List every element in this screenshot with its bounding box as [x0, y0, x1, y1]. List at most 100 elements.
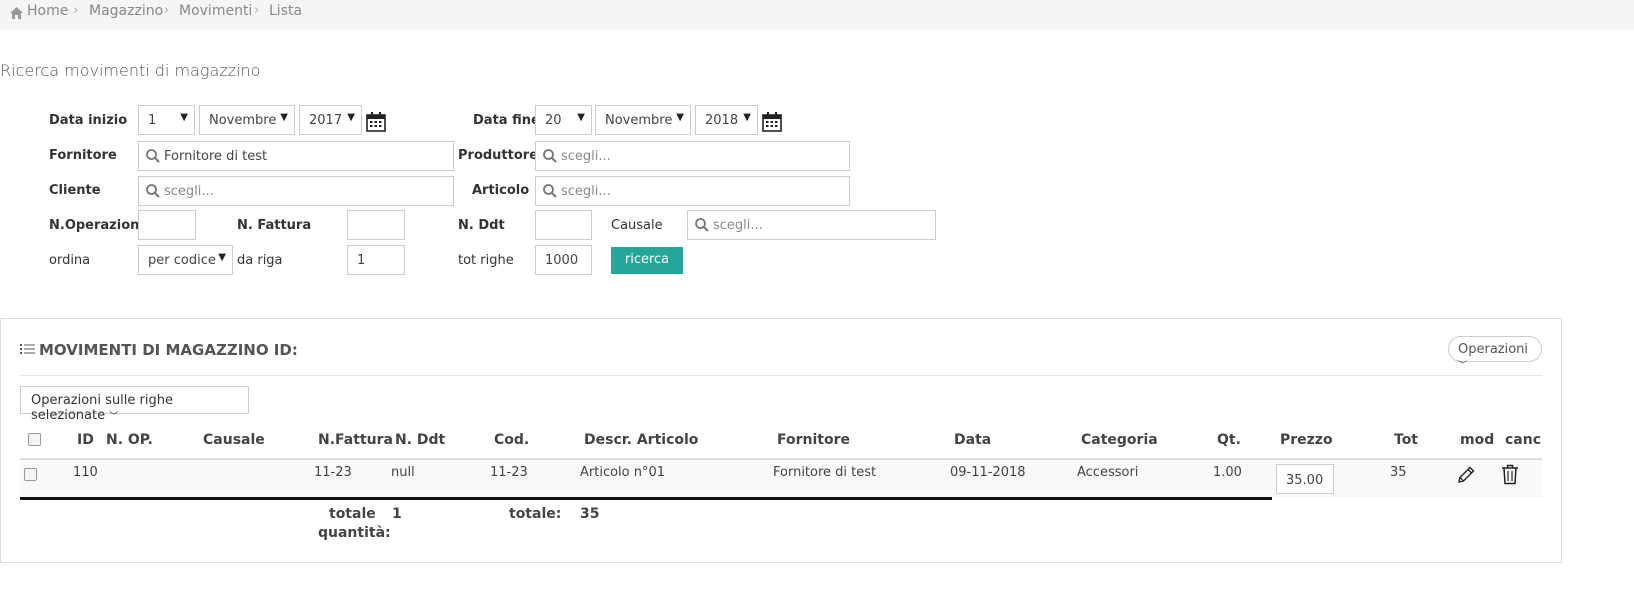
operazioni-righe-selezionate-button[interactable]: Operazioni sulle righe selezionate ﹀ [20, 386, 249, 423]
cell-qt: 1.00 [1213, 465, 1242, 480]
cell-data: 09-11-2018 [950, 465, 1026, 480]
data-fine-month-select[interactable]: Novembre ▼ [595, 105, 691, 135]
chevron-down-icon: ﹀ [1458, 361, 1468, 371]
chevron-right-icon: › [254, 3, 260, 18]
caret-down-icon: ▼ [280, 112, 288, 123]
col-header-categoria[interactable]: Categoria [1081, 432, 1158, 448]
data-inizio-month-select[interactable]: Novembre ▼ [199, 105, 295, 135]
search-icon [145, 183, 161, 199]
col-header-data[interactable]: Data [954, 432, 991, 448]
select-value: Novembre [605, 113, 673, 128]
totals-rule [20, 497, 1272, 500]
produttore-search-input[interactable]: scegli... [535, 141, 850, 171]
articolo-placeholder: scegli... [561, 184, 611, 199]
n-fattura-input[interactable] [347, 210, 405, 240]
breadcrumb-lista: Lista [269, 3, 303, 19]
col-header-tot[interactable]: Tot [1394, 432, 1418, 448]
cliente-placeholder: scegli... [164, 184, 214, 199]
n-operazione-input[interactable] [138, 210, 196, 240]
cell-n-fattura: 11-23 [314, 465, 352, 480]
causale-placeholder: scegli... [713, 218, 763, 233]
articolo-label: Articolo [472, 183, 530, 198]
col-header-canc: canc [1505, 432, 1542, 448]
cell-tot: 35 [1390, 465, 1407, 480]
fornitore-search-input[interactable]: Fornitore di test [138, 141, 454, 171]
select-value: per codice [148, 253, 216, 268]
col-header-mod: mod [1460, 432, 1495, 448]
prezzo-input[interactable]: 35.00 [1276, 464, 1334, 494]
col-header-fornitore[interactable]: Fornitore [777, 432, 850, 448]
data-inizio-year-select[interactable]: 2017 ▼ [299, 105, 362, 135]
caret-down-icon: ▼ [577, 112, 585, 123]
data-fine-label: Data fine [473, 113, 540, 128]
produttore-placeholder: scegli... [561, 149, 611, 164]
col-header-n-ddt[interactable]: N. Ddt [395, 432, 445, 448]
chevron-right-icon: › [73, 3, 79, 18]
caret-down-icon: ▼ [347, 112, 355, 123]
tot-righe-input[interactable]: 1000 [535, 245, 592, 275]
col-header-n-fattura[interactable]: N.Fattura [318, 432, 393, 448]
cell-descr-articolo: Articolo n°01 [580, 465, 666, 480]
pencil-icon[interactable] [1456, 465, 1476, 485]
da-riga-input[interactable]: 1 [347, 245, 405, 275]
data-inizio-day-select[interactable]: 1 ▼ [138, 105, 195, 135]
chevron-down-icon: ﹀ [109, 412, 119, 422]
ricerca-button[interactable]: ricerca [611, 247, 683, 274]
cell-categoria: Accessori [1077, 465, 1139, 480]
totale-quantita-value: 1 [392, 506, 402, 522]
col-header-prezzo[interactable]: Prezzo [1280, 432, 1333, 448]
caret-down-icon: ▼ [218, 252, 226, 263]
select-value: Novembre [209, 113, 277, 128]
cell-cod: 11-23 [490, 465, 528, 480]
operazioni-dropdown-button[interactable]: Operazioni ﹀ [1448, 336, 1542, 371]
ordina-select[interactable]: per codice ▼ [138, 245, 233, 275]
search-icon [694, 217, 710, 233]
col-header-id[interactable]: ID [77, 432, 94, 448]
row-checkbox[interactable] [24, 468, 37, 481]
n-fattura-label: N. Fattura [237, 218, 312, 233]
fornitore-value: Fornitore di test [164, 149, 268, 164]
fornitore-label: Fornitore [49, 148, 117, 163]
cell-n-ddt: null [391, 465, 415, 480]
data-fine-day-select[interactable]: 20 ▼ [535, 105, 592, 135]
produttore-label: Produttore [458, 148, 539, 163]
cliente-search-input[interactable]: scegli... [138, 176, 454, 206]
col-header-n-op[interactable]: N. OP. [106, 432, 153, 448]
ordina-label: ordina [49, 253, 91, 268]
search-icon [145, 148, 161, 164]
operazioni-label: Operazioni [1458, 342, 1529, 357]
calendar-icon[interactable] [366, 112, 386, 132]
col-header-qt[interactable]: Qt. [1217, 432, 1241, 448]
breadcrumb: Home › Magazzino › Movimenti › Lista [0, 0, 1634, 29]
cell-id: 110 [73, 465, 98, 480]
home-icon[interactable] [10, 7, 23, 19]
n-ddt-label: N. Ddt [458, 218, 505, 233]
totale-quantita-label-2: quantità: [318, 525, 391, 541]
n-ddt-input[interactable] [535, 210, 592, 240]
select-value: 2018 [705, 113, 739, 128]
totale-label: totale: [509, 506, 562, 522]
calendar-icon[interactable] [762, 112, 782, 132]
divider [20, 375, 1542, 376]
select-all-checkbox[interactable] [28, 433, 41, 446]
col-header-descr-articolo[interactable]: Descr. Articolo [584, 432, 698, 448]
caret-down-icon: ▼ [180, 112, 188, 123]
select-value: 2017 [309, 113, 343, 128]
trash-icon[interactable] [1501, 464, 1519, 485]
cell-fornitore: Fornitore di test [773, 465, 877, 480]
select-value: 20 [545, 113, 562, 128]
chevron-right-icon: › [164, 3, 170, 18]
breadcrumb-movimenti[interactable]: Movimenti [179, 3, 252, 19]
breadcrumb-magazzino[interactable]: Magazzino [89, 3, 163, 19]
breadcrumb-home[interactable]: Home [27, 3, 68, 19]
data-fine-year-select[interactable]: 2018 ▼ [695, 105, 758, 135]
articolo-search-input[interactable]: scegli... [535, 176, 850, 206]
col-header-causale[interactable]: Causale [203, 432, 265, 448]
list-icon [20, 343, 35, 355]
data-inizio-label: Data inizio [49, 113, 128, 128]
col-header-cod[interactable]: Cod. [494, 432, 529, 448]
causale-label: Causale [611, 218, 663, 233]
causale-search-input[interactable]: scegli... [687, 210, 936, 240]
select-value: 1 [148, 113, 157, 128]
caret-down-icon: ▼ [743, 112, 751, 123]
